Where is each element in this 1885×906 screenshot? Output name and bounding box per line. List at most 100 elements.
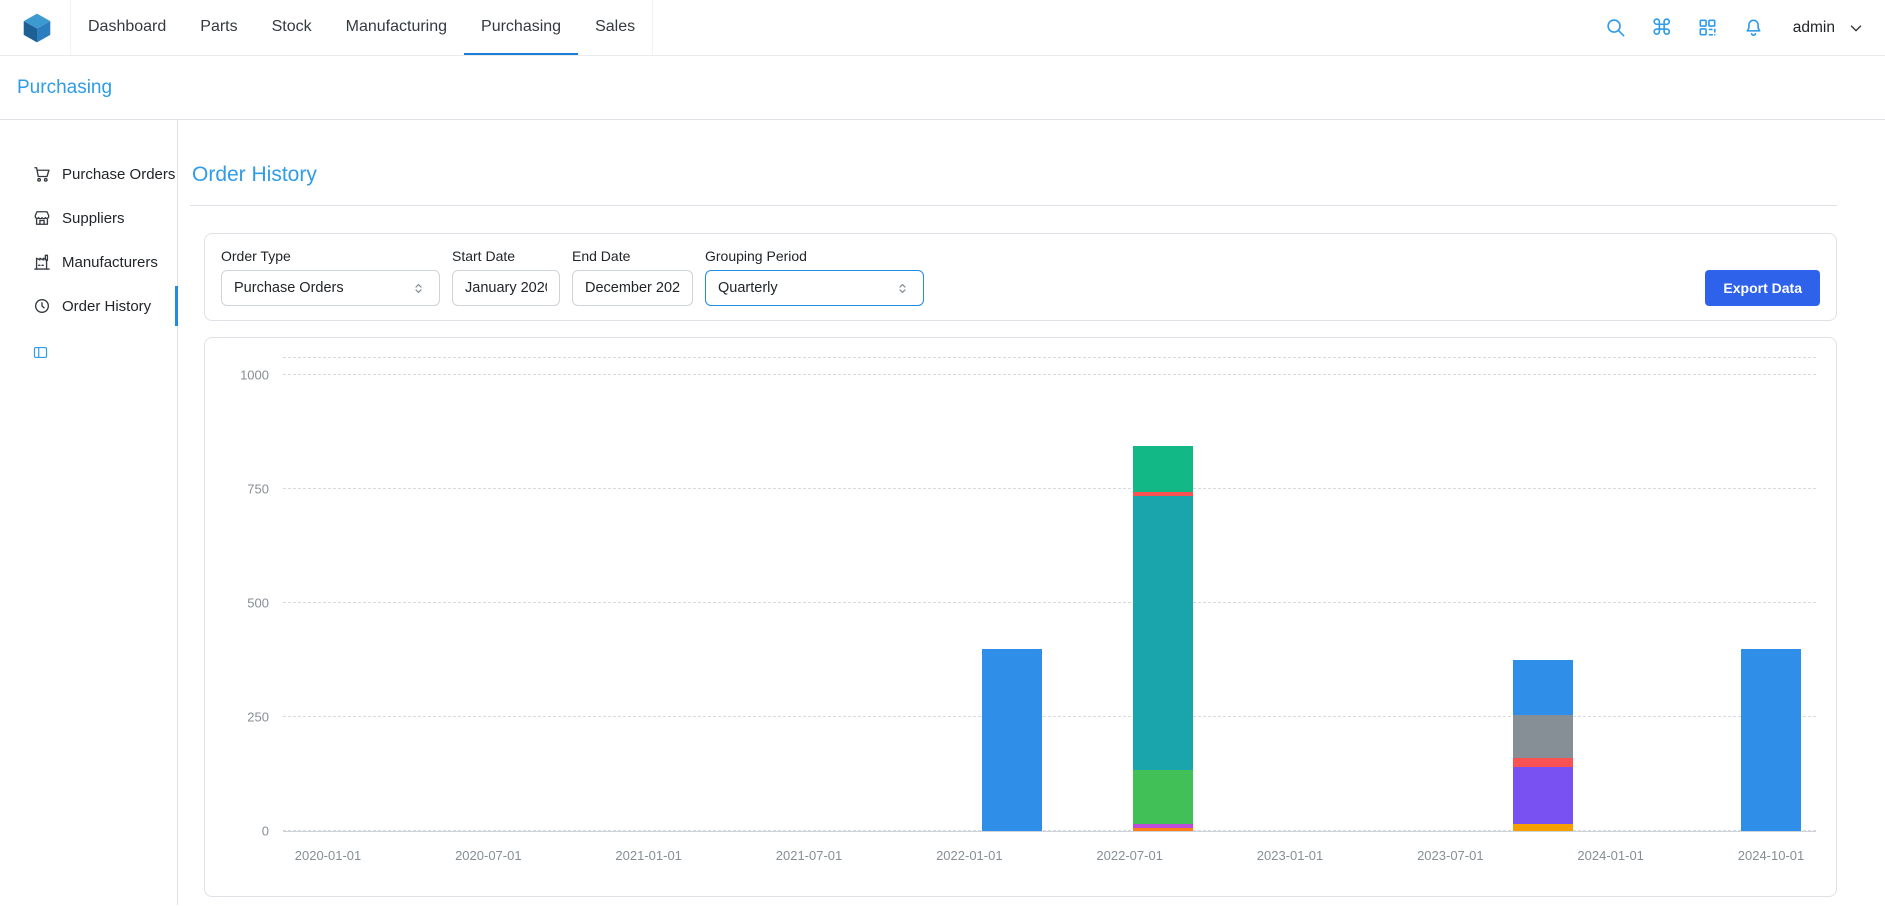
x-axis: 2020-01-01 2020-07-01 2021-01-01 2021-07-01… bbox=[283, 832, 1816, 868]
end-date-input[interactable] bbox=[572, 270, 693, 306]
bar-segment-yellow[interactable] bbox=[1513, 824, 1573, 831]
y-axis-label: 0 bbox=[262, 824, 269, 839]
y-axis-label: 500 bbox=[247, 595, 269, 610]
start-date-label: Start Date bbox=[452, 248, 560, 264]
nav-tab-stock[interactable]: Stock bbox=[255, 0, 329, 55]
end-date-field: End Date bbox=[572, 248, 693, 306]
user-menu[interactable]: admin bbox=[1793, 19, 1865, 37]
layout-sidebar-icon bbox=[32, 344, 49, 361]
shopping-cart-icon bbox=[32, 164, 52, 184]
y-axis-label: 750 bbox=[247, 481, 269, 496]
nav-tab-parts[interactable]: Parts bbox=[183, 0, 254, 55]
x-axis-label: 2020-07-01 bbox=[455, 848, 522, 863]
page-title: Purchasing bbox=[17, 77, 112, 99]
gridline bbox=[283, 830, 1816, 831]
gridline bbox=[283, 374, 1816, 375]
x-axis-label: 2021-07-01 bbox=[776, 848, 843, 863]
sidebar-item-label: Purchase Orders bbox=[62, 166, 175, 183]
qr-code-icon bbox=[1696, 16, 1719, 39]
search-icon bbox=[1604, 16, 1627, 39]
page-header: Purchasing bbox=[0, 56, 1885, 120]
nav-tab-purchasing[interactable]: Purchasing bbox=[464, 0, 578, 55]
chart-plot: 02505007501000 bbox=[283, 358, 1816, 832]
history-clock-icon bbox=[32, 296, 52, 316]
x-axis-label: 2024-10-01 bbox=[1738, 848, 1805, 863]
bar-segment-red[interactable] bbox=[1513, 758, 1573, 767]
export-data-button[interactable]: Export Data bbox=[1705, 270, 1820, 306]
chart-bar[interactable] bbox=[1513, 660, 1573, 831]
sidebar-item-label: Order History bbox=[62, 298, 151, 315]
chart-bar[interactable] bbox=[982, 649, 1042, 831]
building-store-icon bbox=[32, 208, 52, 228]
bar-segment-green[interactable] bbox=[1133, 770, 1193, 824]
gridline bbox=[283, 357, 1816, 358]
x-axis-label: 2023-01-01 bbox=[1257, 848, 1324, 863]
bar-segment-blue[interactable] bbox=[1741, 649, 1801, 831]
bar-segment-emerald[interactable] bbox=[1133, 446, 1193, 492]
bar-segment-blue[interactable] bbox=[982, 649, 1042, 831]
notifications-button[interactable] bbox=[1741, 15, 1767, 41]
gridline bbox=[283, 716, 1816, 717]
x-axis-label: 2022-01-01 bbox=[936, 848, 1003, 863]
bar-segment-teal[interactable] bbox=[1133, 496, 1193, 770]
chart-bar[interactable] bbox=[1133, 446, 1193, 831]
sidebar-item-order-history[interactable]: Order History bbox=[0, 284, 177, 328]
sidebar: Purchase Orders Suppliers Manufacturers Ord… bbox=[0, 120, 178, 905]
nav-tab-dashboard[interactable]: Dashboard bbox=[71, 0, 183, 55]
top-navbar: DashboardPartsStockManufacturingPurchasi… bbox=[0, 0, 1885, 56]
main-content: Order History Order Type Purchase Orders… bbox=[178, 120, 1885, 905]
nav-tab-sales[interactable]: Sales bbox=[578, 0, 652, 55]
sidebar-item-label: Suppliers bbox=[62, 210, 125, 227]
filter-panel: Order Type Purchase Orders Start Date En… bbox=[204, 233, 1837, 321]
bar-segment-orange[interactable] bbox=[1133, 828, 1193, 831]
start-date-field: Start Date bbox=[452, 248, 560, 306]
navbar-actions: ⌘ admin bbox=[1603, 15, 1865, 41]
sidebar-item-suppliers[interactable]: Suppliers bbox=[0, 196, 177, 240]
selector-icon bbox=[894, 280, 911, 297]
chart-bar[interactable] bbox=[1741, 649, 1801, 831]
gridline bbox=[283, 602, 1816, 603]
start-date-input[interactable] bbox=[452, 270, 560, 306]
x-axis-label: 2020-01-01 bbox=[295, 848, 362, 863]
command-icon: ⌘ bbox=[1651, 17, 1673, 39]
x-axis-label: 2023-07-01 bbox=[1417, 848, 1484, 863]
order-type-select[interactable]: Purchase Orders bbox=[221, 270, 440, 306]
command-palette-button[interactable]: ⌘ bbox=[1649, 15, 1675, 41]
inventree-logo-icon bbox=[20, 11, 54, 45]
search-button[interactable] bbox=[1603, 15, 1629, 41]
order-type-field: Order Type Purchase Orders bbox=[221, 248, 440, 306]
section-title: Order History bbox=[192, 163, 1837, 187]
username: admin bbox=[1793, 19, 1835, 37]
bell-icon bbox=[1742, 16, 1765, 39]
sidebar-item-manufacturers[interactable]: Manufacturers bbox=[0, 240, 177, 284]
y-axis-label: 1000 bbox=[240, 367, 269, 382]
x-axis-label: 2021-01-01 bbox=[615, 848, 682, 863]
x-axis-label: 2024-01-01 bbox=[1577, 848, 1644, 863]
order-type-label: Order Type bbox=[221, 248, 440, 264]
order-type-value: Purchase Orders bbox=[234, 280, 344, 296]
end-date-label: End Date bbox=[572, 248, 693, 264]
app-logo[interactable] bbox=[20, 11, 54, 45]
building-factory-icon bbox=[32, 252, 52, 272]
selector-icon bbox=[410, 280, 427, 297]
section-divider bbox=[190, 205, 1837, 206]
grouping-period-label: Grouping Period bbox=[705, 248, 924, 264]
x-axis-label: 2022-07-01 bbox=[1096, 848, 1163, 863]
gridline bbox=[283, 488, 1816, 489]
barcode-scan-button[interactable] bbox=[1695, 15, 1721, 41]
sidebar-item-purchase-orders[interactable]: Purchase Orders bbox=[0, 152, 177, 196]
grouping-period-select[interactable]: Quarterly bbox=[705, 270, 924, 306]
y-axis-label: 250 bbox=[247, 709, 269, 724]
nav-tab-manufacturing[interactable]: Manufacturing bbox=[329, 0, 464, 55]
sidebar-item-label: Manufacturers bbox=[62, 254, 158, 271]
bar-segment-blue[interactable] bbox=[1513, 660, 1573, 715]
chevron-down-icon bbox=[1847, 19, 1865, 37]
bar-segment-violet[interactable] bbox=[1513, 767, 1573, 824]
grouping-period-field: Grouping Period Quarterly bbox=[705, 248, 924, 306]
chart-panel: 02505007501000 2020-01-012020-07-012021-… bbox=[204, 337, 1837, 897]
page-body: Purchase Orders Suppliers Manufacturers Ord… bbox=[0, 120, 1885, 905]
bar-segment-gray[interactable] bbox=[1513, 715, 1573, 758]
nav-tabs: DashboardPartsStockManufacturingPurchasi… bbox=[70, 0, 653, 55]
grouping-period-value: Quarterly bbox=[718, 280, 778, 296]
sidebar-collapse-button[interactable] bbox=[32, 344, 50, 362]
